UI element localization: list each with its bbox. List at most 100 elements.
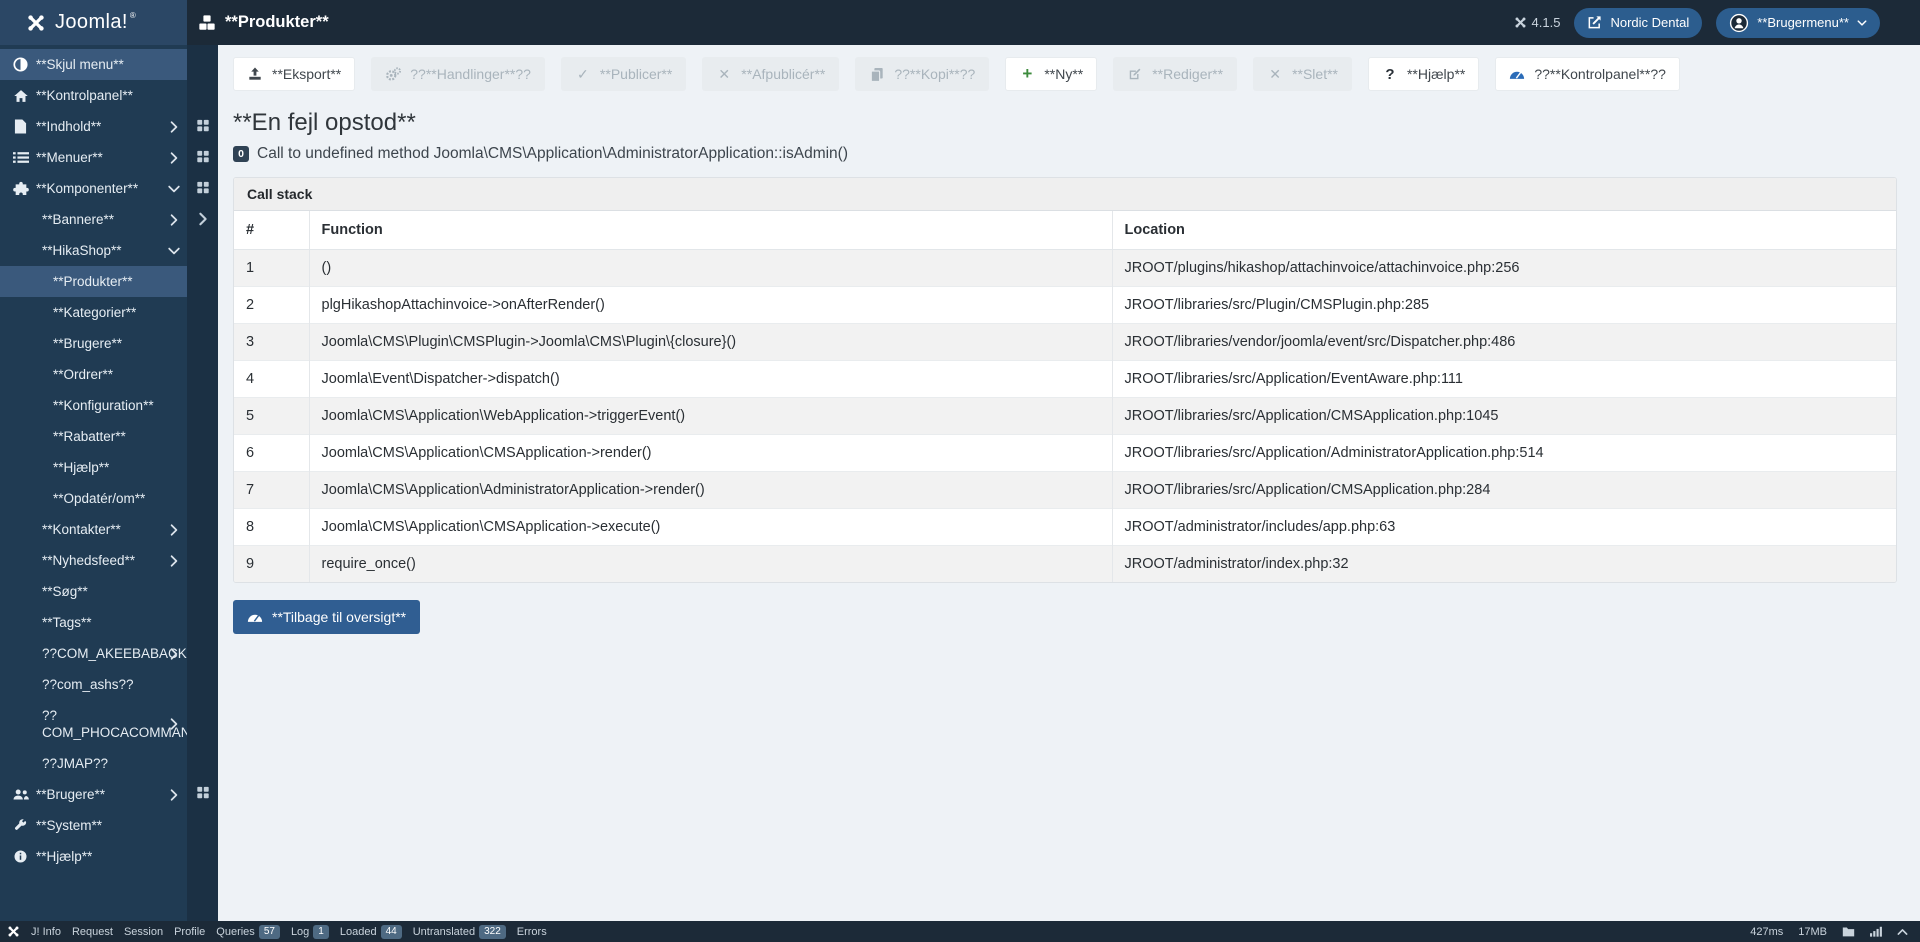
menus-dashboard-grid-icon[interactable] bbox=[196, 150, 209, 163]
sidebar-item-com-ashs[interactable]: ??com_ashs?? bbox=[0, 669, 187, 700]
sidebar-item-label: **HikaShop** bbox=[42, 243, 122, 258]
main-content: **Eksport** ??**Handlinger**?? ✓ **Publi… bbox=[218, 45, 1920, 921]
x-icon: ✕ bbox=[1269, 65, 1281, 82]
chevron-down-icon bbox=[1857, 18, 1867, 28]
debug-item-untranslated[interactable]: Untranslated 322 bbox=[413, 924, 506, 939]
log-count-badge: 1 bbox=[313, 924, 329, 939]
debug-item-request[interactable]: Request bbox=[72, 926, 113, 938]
sidebar-item-akeebabackup[interactable]: ??COM_AKEEBABACKUP?? bbox=[0, 638, 187, 669]
stack-index: 6 bbox=[234, 434, 309, 472]
debugbar-right: 427ms 17MB bbox=[1750, 926, 1908, 938]
sidebar-item-hjaelp[interactable]: **Hjælp** bbox=[0, 841, 187, 872]
sidebar-item-produkter[interactable]: **Produkter** bbox=[0, 266, 187, 297]
delete-button[interactable]: ✕ **Slet** bbox=[1253, 57, 1352, 91]
sidebar-item-soeg[interactable]: **Søg** bbox=[0, 576, 187, 607]
callstack-row: 5 Joomla\CMS\Application\WebApplication->… bbox=[234, 397, 1896, 435]
joomla-logo-icon bbox=[7, 925, 20, 938]
callstack-row: 9 require_once() JROOT/administrator/index… bbox=[234, 545, 1896, 582]
help-button[interactable]: ? **Hjælp** bbox=[1367, 57, 1480, 91]
user-menu-button[interactable]: **Brugermenu** bbox=[1716, 7, 1880, 38]
edit-external-icon bbox=[1587, 15, 1602, 30]
sidebar-item-brugere-sub[interactable]: **Brugere** bbox=[0, 328, 187, 359]
sidebar-item-label: **System** bbox=[36, 818, 103, 833]
toggle-icon bbox=[12, 56, 29, 73]
error-message-line: 0 Call to undefined method Joomla\CMS\Ap… bbox=[233, 145, 1897, 163]
sidebar-item-indhold[interactable]: **Indhold** bbox=[0, 111, 187, 142]
wrench-icon bbox=[12, 818, 29, 833]
sidebar-item-brugere[interactable]: **Brugere** bbox=[0, 779, 187, 810]
sidebar-item-hikashop[interactable]: **HikaShop** bbox=[0, 235, 187, 266]
sidebar-item-rabatter[interactable]: **Rabatter** bbox=[0, 421, 187, 452]
actions-button[interactable]: ??**Handlinger**?? bbox=[371, 57, 545, 91]
logo-registered-mark: ® bbox=[129, 11, 136, 20]
chevron-right-icon bbox=[170, 647, 178, 660]
debug-item-log[interactable]: Log 1 bbox=[291, 924, 329, 939]
sidebar-item-opdater-om[interactable]: **Opdatér/om** bbox=[0, 483, 187, 514]
debug-item-errors[interactable]: Errors bbox=[517, 926, 547, 938]
signal-icon[interactable] bbox=[1870, 926, 1882, 937]
sidebar-item-komponenter[interactable]: **Komponenter** bbox=[0, 173, 187, 204]
debug-item-profile[interactable]: Profile bbox=[174, 926, 205, 938]
stack-location: JROOT/libraries/src/Plugin/CMSPlugin.php… bbox=[1111, 286, 1896, 324]
callstack-header-row: # Function Location bbox=[234, 211, 1896, 250]
version-label: 4.1.5 bbox=[1531, 15, 1561, 30]
back-to-dashboard-button[interactable]: **Tilbage til oversigt** bbox=[233, 600, 421, 634]
stack-function: Joomla\CMS\Application\CMSApplication->e… bbox=[308, 508, 1112, 546]
sidebar-item-nyhedsfeed[interactable]: **Nyhedsfeed** bbox=[0, 545, 187, 576]
stack-location: JROOT/libraries/src/Application/EventAwa… bbox=[1111, 360, 1896, 398]
sidebar-item-label: **Kategorier** bbox=[53, 305, 137, 320]
sidebar-item-label: **Nyhedsfeed** bbox=[42, 553, 136, 568]
folder-icon[interactable] bbox=[1842, 926, 1855, 937]
sidebar-item-jmap[interactable]: ??JMAP?? bbox=[0, 748, 187, 779]
button-label: **Ny** bbox=[1044, 66, 1084, 82]
sidebar-item-phocacommander[interactable]: ?? COM_PHOCACOMMANDER?? bbox=[0, 700, 187, 748]
sidebar: **Skjul menu** **Kontrolpanel** **Indhol… bbox=[0, 45, 187, 921]
new-button[interactable]: + **Ny** bbox=[1005, 57, 1098, 91]
components-dashboard-grid-icon[interactable] bbox=[196, 181, 209, 194]
joomla-logo-icon bbox=[26, 13, 46, 33]
debug-item-loaded[interactable]: Loaded 44 bbox=[340, 924, 402, 939]
export-button[interactable]: **Eksport** bbox=[233, 57, 356, 91]
edit-button[interactable]: **Rediger** bbox=[1113, 57, 1238, 91]
sidebar-item-kontrolpanel[interactable]: **Kontrolpanel** bbox=[0, 80, 187, 111]
logo-panel[interactable]: Joomla! ® bbox=[0, 0, 187, 45]
sidebar-item-label: **Hjælp** bbox=[36, 849, 93, 864]
toolbar: **Eksport** ??**Handlinger**?? ✓ **Publi… bbox=[233, 57, 1897, 91]
sidebar-item-system[interactable]: **System** bbox=[0, 810, 187, 841]
button-label: **Eksport** bbox=[272, 66, 342, 82]
column-header-function: Function bbox=[308, 211, 1112, 250]
sidebar-item-konfiguration[interactable]: **Konfiguration** bbox=[0, 390, 187, 421]
debug-item-info[interactable]: J! Info bbox=[31, 926, 61, 938]
debug-item-queries[interactable]: Queries 57 bbox=[216, 924, 280, 939]
stack-index: 8 bbox=[234, 508, 309, 546]
publish-button[interactable]: ✓ **Publicer** bbox=[560, 57, 687, 91]
home-icon bbox=[12, 88, 29, 104]
sidebar-item-kontakter[interactable]: **Kontakter** bbox=[0, 514, 187, 545]
unpublish-button[interactable]: ✕ **Afpublicér** bbox=[702, 57, 840, 91]
sidebar-item-label: **Søg** bbox=[42, 584, 88, 599]
chevron-up-icon[interactable] bbox=[1897, 928, 1908, 936]
copy-icon bbox=[869, 67, 885, 82]
sidebar-item-ordrer[interactable]: **Ordrer** bbox=[0, 359, 187, 390]
sidebar-item-tags[interactable]: **Tags** bbox=[0, 607, 187, 638]
sidebar-item-bannere[interactable]: **Bannere** bbox=[0, 204, 187, 235]
content-dashboard-grid-icon[interactable] bbox=[196, 119, 209, 132]
debug-item-session[interactable]: Session bbox=[124, 926, 163, 938]
site-preview-button[interactable]: Nordic Dental bbox=[1574, 7, 1703, 38]
sidebar-item-menuer[interactable]: **Menuer** bbox=[0, 142, 187, 173]
users-dashboard-grid-icon[interactable] bbox=[196, 786, 209, 799]
callstack-row: 6 Joomla\CMS\Application\CMSApplication->… bbox=[234, 434, 1896, 472]
copy-button[interactable]: ??**Kopi**?? bbox=[855, 57, 990, 91]
rail-expand-chevron-icon[interactable] bbox=[198, 212, 207, 226]
chevron-down-icon bbox=[168, 185, 181, 193]
control-panel-button[interactable]: ??**Kontrolpanel**?? bbox=[1495, 57, 1680, 91]
edit-icon bbox=[1127, 67, 1143, 81]
sidebar-toggle[interactable]: **Skjul menu** bbox=[0, 49, 187, 80]
sidebar-item-hjaelp-sub[interactable]: **Hjælp** bbox=[0, 452, 187, 483]
user-menu-label: **Brugermenu** bbox=[1757, 15, 1849, 30]
stack-index: 9 bbox=[234, 545, 309, 582]
gauge-icon bbox=[1509, 68, 1525, 80]
button-label: ??**Kopi**?? bbox=[894, 66, 976, 82]
page-title: **Produkter** bbox=[225, 13, 329, 31]
sidebar-item-kategorier[interactable]: **Kategorier** bbox=[0, 297, 187, 328]
